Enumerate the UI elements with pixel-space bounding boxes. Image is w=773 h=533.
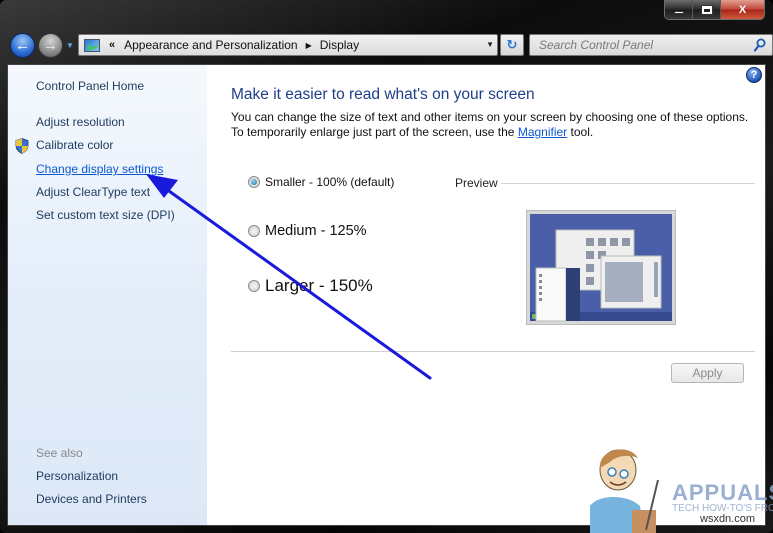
sidebar-item-adjust-cleartype[interactable]: Adjust ClearType text [36, 185, 150, 199]
shield-icon [15, 138, 29, 154]
search-input[interactable] [530, 35, 750, 55]
option-medium-label: Medium - 125% [265, 223, 367, 239]
address-bar[interactable]: « Appearance and Personalization ▶ Displ… [78, 34, 498, 56]
refresh-icon: ↻ [506, 37, 518, 52]
maximize-icon [700, 4, 713, 15]
see-also-heading: See also [36, 446, 83, 460]
minimize-button[interactable] [665, 0, 693, 19]
preview-label: Preview [455, 176, 498, 190]
page-description: You can change the size of text and othe… [231, 110, 765, 140]
option-medium[interactable]: Medium - 125% [248, 223, 367, 239]
minimize-icon [673, 11, 684, 14]
sidebar: Control Panel Home Adjust resolution Cal… [8, 65, 207, 525]
radio-larger[interactable] [248, 280, 260, 292]
content-divider [231, 351, 755, 352]
mascot-icon [590, 449, 659, 533]
back-arrow-icon: ← [15, 37, 30, 54]
close-button[interactable]: X [721, 0, 764, 19]
address-dropdown-icon[interactable]: ▼ [486, 40, 494, 49]
sidebar-item-calibrate-color[interactable]: Calibrate color [36, 138, 113, 152]
overflow-chevron[interactable]: « [109, 39, 115, 51]
search-icon[interactable] [754, 38, 766, 52]
sidebar-item-adjust-resolution[interactable]: Adjust resolution [36, 115, 125, 129]
back-button[interactable]: ← [10, 33, 35, 58]
breadcrumb-display[interactable]: Display [320, 38, 359, 52]
close-icon: X [738, 3, 747, 16]
breadcrumb-separator-icon[interactable]: ▶ [306, 41, 312, 50]
description-line-1: You can change the size of text and othe… [231, 110, 749, 124]
preview-divider [501, 183, 755, 184]
option-larger-label: Larger - 150% [265, 276, 373, 295]
caption-buttons: X [664, 0, 765, 20]
preview-image [526, 210, 676, 325]
description-line-2: To temporarily enlarge just part of the … [231, 125, 594, 139]
magnifier-link[interactable]: Magnifier [518, 125, 567, 139]
refresh-button[interactable]: ↻ [500, 34, 524, 56]
radio-smaller[interactable] [248, 176, 260, 188]
sidebar-item-change-display-settings[interactable]: Change display settings [36, 162, 163, 176]
navigation-bar: ← → ▼ « Appearance and Personalization ▶… [8, 32, 773, 58]
forward-button[interactable]: → [38, 33, 63, 58]
control-panel-icon [84, 38, 100, 52]
option-smaller[interactable]: Smaller - 100% (default) [248, 175, 394, 189]
search-box [529, 34, 773, 56]
sidebar-item-control-panel-home[interactable]: Control Panel Home [36, 79, 144, 93]
see-also-personalization[interactable]: Personalization [36, 469, 118, 483]
see-also-devices-printers[interactable]: Devices and Printers [36, 492, 147, 506]
option-larger[interactable]: Larger - 150% [248, 276, 373, 296]
recent-pages-dropdown[interactable]: ▼ [66, 41, 74, 50]
appuals-watermark: APPUALS TECH HOW-TO'S FROM wsxdn.com [588, 440, 773, 533]
option-smaller-label: Smaller - 100% (default) [265, 175, 395, 189]
breadcrumb-appearance[interactable]: Appearance and Personalization [124, 38, 297, 52]
help-icon[interactable]: ? [746, 67, 762, 83]
radio-medium[interactable] [248, 225, 260, 237]
maximize-button[interactable] [693, 0, 721, 19]
forward-arrow-icon: → [43, 37, 58, 54]
sidebar-item-custom-text-size[interactable]: Set custom text size (DPI) [36, 208, 175, 222]
page-title: Make it easier to read what's on your sc… [231, 86, 535, 103]
watermark-site: wsxdn.com [700, 513, 756, 525]
apply-button[interactable]: Apply [671, 363, 744, 383]
